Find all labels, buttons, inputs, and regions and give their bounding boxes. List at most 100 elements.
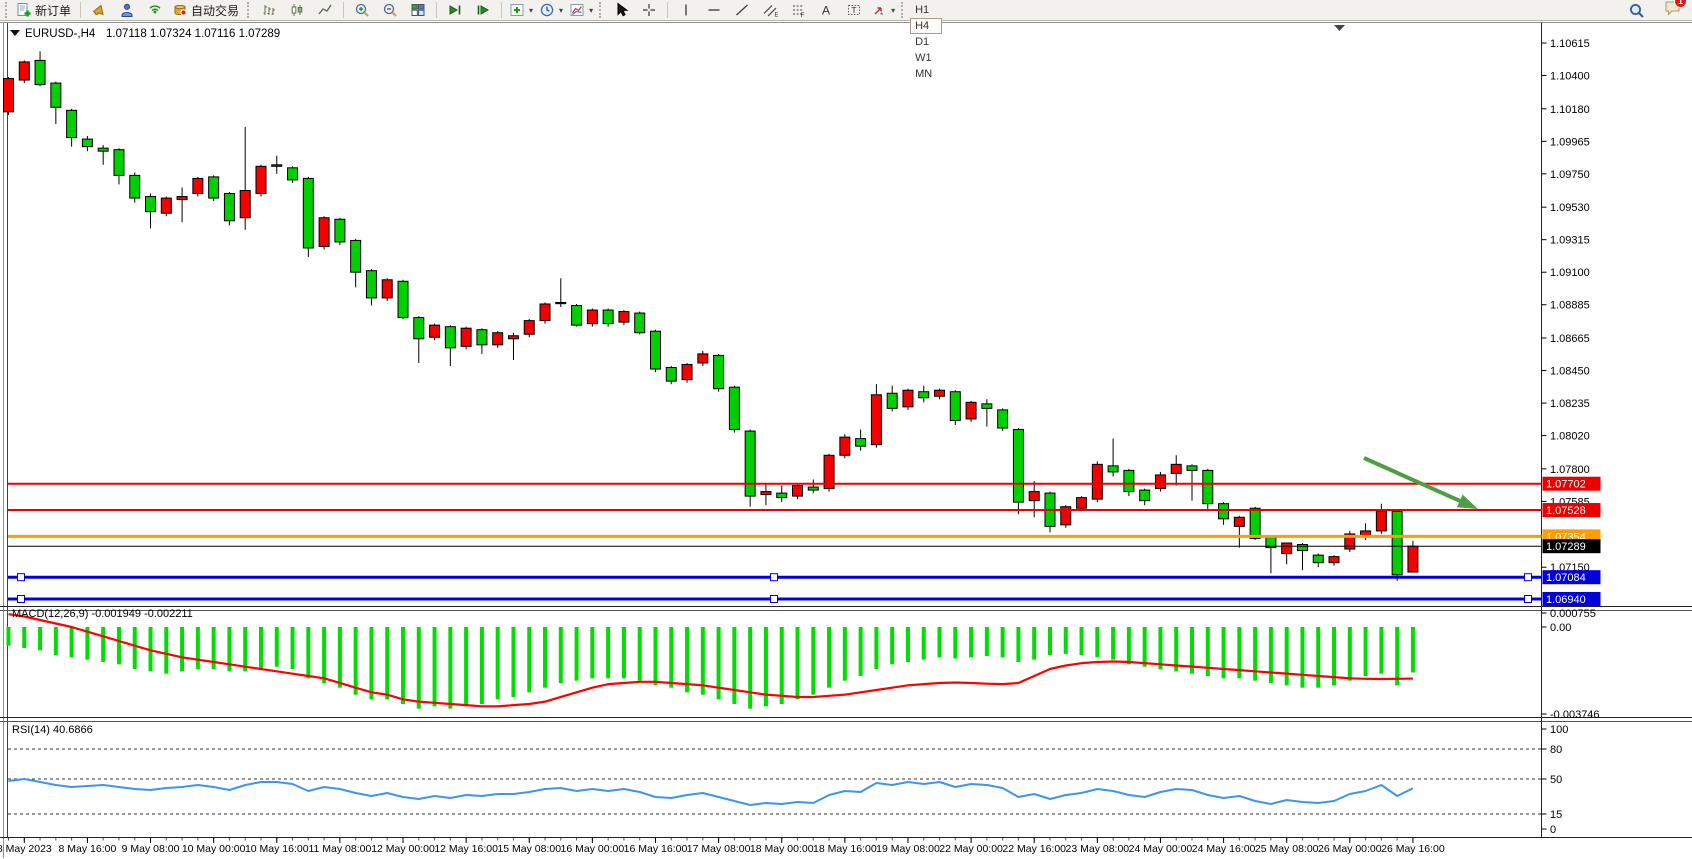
symbol-dropdown-icon[interactable] (10, 30, 20, 36)
periods-icon (539, 2, 555, 18)
text-label-button[interactable]: T (840, 0, 868, 21)
timeframe-button-H1[interactable]: H1 (910, 2, 941, 18)
megaphone-icon (91, 2, 107, 18)
trend-arrow-line[interactable] (1364, 458, 1463, 502)
new-order-button[interactable]: 新订单 (13, 0, 76, 21)
macd-histogram-bar (890, 627, 894, 664)
community-button[interactable] (113, 0, 141, 21)
chat-button[interactable]: 1 (1664, 0, 1682, 21)
text-label-icon: T (846, 2, 862, 18)
toolbar-drag-handle[interactable] (247, 2, 252, 18)
toolbar-drag-handle[interactable] (599, 2, 604, 18)
svg-text:F: F (801, 12, 805, 18)
equidistant-channel-button[interactable]: E (756, 0, 784, 21)
indicators-button[interactable]: ▾ (506, 0, 536, 21)
time-axis-label: 26 May 00:00 (1318, 843, 1382, 855)
candle-body (461, 328, 471, 346)
macd-histogram-bar (1269, 627, 1273, 683)
zoom-out-button[interactable] (376, 0, 404, 21)
mt4-terminal: { "toolbar": { "new_order": "新订单", "auto… (0, 0, 1692, 859)
line-selection-handle[interactable] (771, 574, 778, 581)
cursor-icon (613, 2, 629, 18)
candle-body (256, 166, 266, 193)
crosshair-icon (641, 2, 657, 18)
fibonacci-icon: F (790, 2, 806, 18)
chart-shift-marker[interactable] (1334, 25, 1345, 31)
candle-body (966, 402, 976, 419)
vertical-line-button[interactable] (672, 0, 700, 21)
macd-histogram-bar (306, 627, 310, 678)
time-axis-label: 15 May 08:00 (497, 843, 561, 855)
fibonacci-button[interactable]: F (784, 0, 812, 21)
time-axis-label: 22 May 00:00 (939, 843, 1003, 855)
timeframe-button-H4[interactable]: H4 (910, 18, 941, 34)
time-axis-label: 16 May 16:00 (624, 843, 688, 855)
time-axis-label: 16 May 00:00 (561, 843, 625, 855)
zoom-in-button[interactable] (348, 0, 376, 21)
horizontal-line-button[interactable] (700, 0, 728, 21)
crosshair-button[interactable] (635, 0, 663, 21)
chart-shift-button[interactable] (469, 0, 497, 21)
price-level-label: 1.07084 (1546, 572, 1586, 584)
time-axis-label: 25 May 08:00 (1255, 843, 1319, 855)
time-axis-label: 8 May 2023 (0, 843, 52, 855)
timeframe-button-W1[interactable]: W1 (910, 50, 941, 66)
candle-body (714, 355, 724, 388)
signals-icon (147, 2, 163, 18)
signals-button[interactable] (141, 0, 169, 21)
macd-histogram-bar (338, 627, 342, 688)
symbol-period-label: EURUSD-,H4 (25, 28, 96, 40)
ohlc-values: 1.07118 1.07324 1.07116 1.07289 (106, 28, 280, 40)
candle-body (382, 280, 392, 298)
candle-body (35, 60, 45, 84)
toolbar-drag-handle[interactable] (901, 2, 906, 18)
candle-body (303, 178, 313, 248)
chat-badge: 1 (1674, 0, 1687, 8)
line-selection-handle[interactable] (1525, 595, 1532, 602)
candle-body (1029, 492, 1039, 501)
autotrading-button[interactable]: 自动交易 (169, 0, 244, 21)
line-selection-handle[interactable] (1525, 574, 1532, 581)
line-selection-handle[interactable] (771, 595, 778, 602)
toolbar-drag-handle[interactable] (5, 2, 10, 18)
candle-body (603, 310, 613, 324)
macd-histogram-bar (985, 627, 989, 656)
cursor-button[interactable] (607, 0, 635, 21)
periods-button[interactable]: ▾ (536, 0, 566, 21)
candle-body (508, 336, 518, 339)
trendline-button[interactable] (728, 0, 756, 21)
candle-body (666, 368, 676, 382)
arrows-button[interactable]: ▾ (868, 0, 898, 21)
megaphone-button[interactable] (85, 0, 113, 21)
line-selection-handle[interactable] (18, 574, 25, 581)
search-button[interactable] (1622, 0, 1650, 21)
macd-histogram-bar (748, 627, 752, 709)
timeframe-button-MN[interactable]: MN (910, 66, 941, 82)
chart-area[interactable]: 1.106151.104001.101801.099651.097501.095… (0, 0, 1692, 859)
candle-body (1155, 475, 1165, 489)
macd-histogram-bar (606, 627, 610, 678)
main-toolbar: 新订单 自动交易 (0, 0, 1692, 21)
tile-windows-button[interactable] (404, 0, 432, 21)
macd-histogram-bar (448, 627, 452, 709)
svg-text:E: E (775, 13, 779, 19)
time-axis-label: 24 May 16:00 (1192, 843, 1256, 855)
text-button[interactable]: A (812, 0, 840, 21)
candle-body (82, 139, 92, 147)
templates-button[interactable]: ▾ (566, 0, 596, 21)
candle-body (635, 313, 645, 333)
toolbar-separator (501, 2, 502, 18)
auto-scroll-button[interactable] (441, 0, 469, 21)
trend-arrow-head[interactable] (1457, 494, 1478, 509)
candlestick-chart-button[interactable] (283, 0, 311, 21)
line-selection-handle[interactable] (18, 595, 25, 602)
candle-body (935, 390, 945, 396)
search-icon (1628, 2, 1645, 19)
line-chart-button[interactable] (311, 0, 339, 21)
bar-chart-button[interactable] (255, 0, 283, 21)
macd-histogram-bar (953, 627, 957, 658)
rsi-axis-label: 15 (1550, 809, 1562, 821)
equidistant-channel-icon: E (762, 2, 778, 18)
timeframe-button-D1[interactable]: D1 (910, 34, 941, 50)
rsi-axis-label: 0 (1550, 824, 1556, 836)
